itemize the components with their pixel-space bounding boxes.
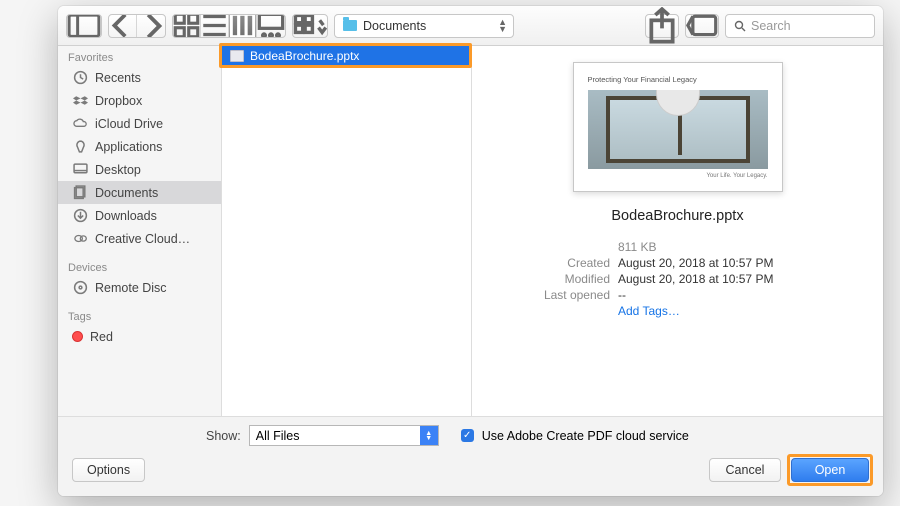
thumb-heading: Protecting Your Financial Legacy (588, 75, 768, 84)
file-name: BodeaBrochure.pptx (250, 49, 359, 63)
sidebar-section-devices: Devices (58, 256, 221, 276)
sidebar-section-tags: Tags (58, 305, 221, 325)
thumb-footer: Your Life. Your Legacy. (588, 173, 768, 179)
search-field[interactable]: Search (725, 14, 875, 38)
filter-value: All Files (256, 429, 300, 443)
modified-value: August 20, 2018 at 10:57 PM (618, 272, 835, 286)
search-placeholder: Search (751, 19, 791, 33)
clock-icon (72, 70, 88, 86)
icon-view-button[interactable] (173, 15, 201, 37)
cancel-button[interactable]: Cancel (709, 458, 781, 482)
dialog-footer: Options Cancel Open (58, 452, 883, 496)
created-label: Created (520, 256, 610, 270)
dropbox-icon (72, 93, 88, 109)
list-view-button[interactable] (201, 15, 229, 37)
file-row-selected[interactable]: BodeaBrochure.pptx (222, 46, 471, 65)
sidebar-item-documents[interactable]: Documents (58, 181, 221, 204)
search-icon (734, 20, 746, 32)
column-view-button[interactable] (229, 15, 257, 37)
creative-cloud-icon (72, 231, 88, 247)
sidebar-item-remote-disc[interactable]: Remote Disc (58, 276, 221, 299)
disc-icon (72, 280, 88, 296)
file-type-filter[interactable]: All Files ▲▼ (249, 425, 439, 446)
modified-label: Modified (520, 272, 610, 286)
sidebar-item-tag-red[interactable]: Red (58, 325, 221, 348)
sidebar-item-applications[interactable]: Applications (58, 135, 221, 158)
arrange-group (292, 14, 328, 38)
dialog-body: Favorites Recents Dropbox iCloud Drive A… (58, 46, 883, 416)
cloud-icon (72, 116, 88, 132)
preview-thumbnail: Protecting Your Financial Legacy Your Li… (573, 62, 783, 192)
sidebar-toggle-group (66, 14, 102, 38)
preview-pane: Protecting Your Financial Legacy Your Li… (472, 46, 883, 416)
chevron-updown-icon: ▲▼ (498, 19, 507, 33)
tag-red-icon (72, 331, 83, 342)
sidebar-item-dropbox[interactable]: Dropbox (58, 89, 221, 112)
add-tags-link[interactable]: Add Tags… (618, 304, 835, 318)
file-list-column: BodeaBrochure.pptx (222, 46, 472, 416)
toolbar: Documents ▲▼ Search (58, 6, 883, 46)
thumb-image (588, 90, 768, 169)
sidebar-item-recents[interactable]: Recents (58, 66, 221, 89)
filter-controls: Show: All Files ▲▼ ✓ Use Adobe Create PD… (58, 416, 883, 452)
gallery-view-button[interactable] (257, 15, 285, 37)
sidebar-item-desktop[interactable]: Desktop (58, 158, 221, 181)
share-button[interactable] (645, 14, 679, 38)
file-size: 811 KB (618, 240, 835, 254)
open-button[interactable]: Open (791, 458, 869, 482)
preview-metadata: 811 KB Created August 20, 2018 at 10:57 … (490, 240, 865, 318)
sidebar-item-downloads[interactable]: Downloads (58, 204, 221, 227)
back-button[interactable] (109, 15, 137, 37)
sidebar-item-icloud[interactable]: iCloud Drive (58, 112, 221, 135)
last-opened-value: -- (618, 288, 835, 302)
tags-button[interactable] (685, 14, 719, 38)
sidebar-item-creative-cloud[interactable]: Creative Cloud… (58, 227, 221, 250)
options-button[interactable]: Options (72, 458, 145, 482)
path-dropdown[interactable]: Documents ▲▼ (334, 14, 514, 38)
open-file-dialog: Documents ▲▼ Search Favorites Recents Dr… (58, 6, 883, 496)
sidebar-section-favorites: Favorites (58, 46, 221, 66)
cloud-service-checkbox[interactable]: ✓ (461, 429, 474, 442)
show-label: Show: (206, 429, 241, 443)
preview-filename: BodeaBrochure.pptx (611, 208, 743, 224)
arrange-menu-button[interactable] (293, 15, 327, 37)
cloud-service-label: Use Adobe Create PDF cloud service (482, 429, 689, 443)
toggle-sidebar-button[interactable] (67, 15, 101, 37)
desktop-icon (72, 162, 88, 178)
created-value: August 20, 2018 at 10:57 PM (618, 256, 835, 270)
path-label: Documents (363, 19, 426, 33)
documents-icon (72, 185, 88, 201)
last-opened-label: Last opened (520, 288, 610, 302)
presentation-file-icon (230, 50, 244, 62)
view-mode-group (172, 14, 286, 38)
downloads-icon (72, 208, 88, 224)
forward-button[interactable] (137, 15, 165, 37)
nav-group (108, 14, 166, 38)
folder-icon (343, 20, 357, 31)
applications-icon (72, 139, 88, 155)
chevron-updown-icon: ▲▼ (420, 426, 438, 445)
sidebar: Favorites Recents Dropbox iCloud Drive A… (58, 46, 222, 416)
